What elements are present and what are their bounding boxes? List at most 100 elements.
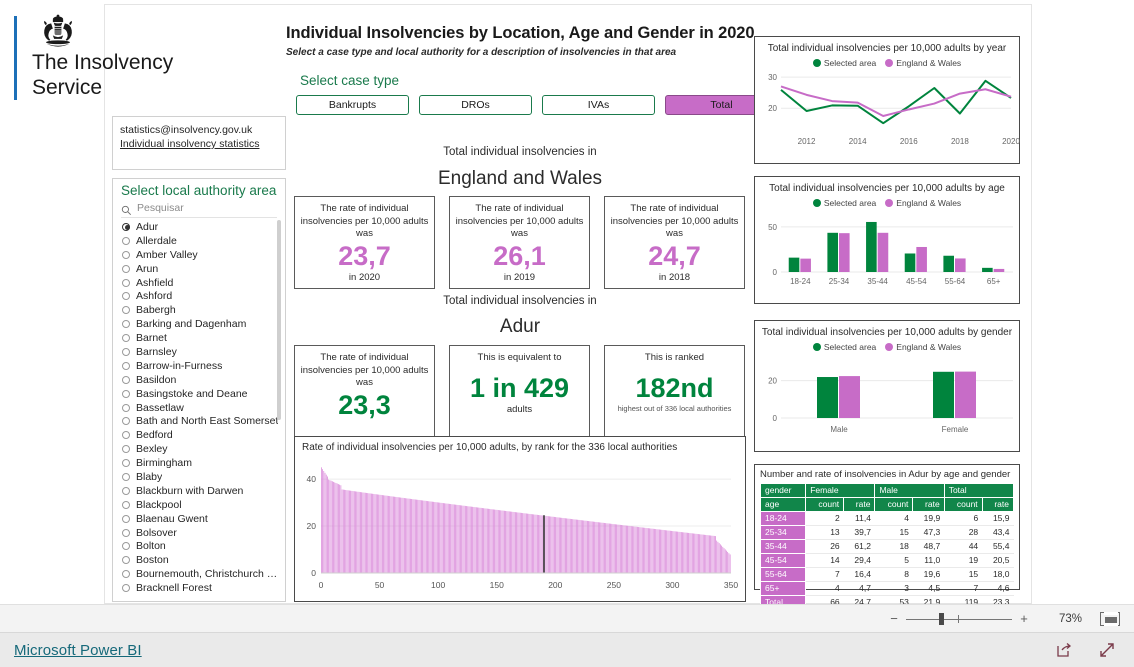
table-cell: 18,0	[982, 567, 1014, 582]
list-item[interactable]: Blaenau Gwent	[119, 512, 283, 526]
local-authority-list[interactable]: Adur Allerdale Amber Valley Arun Ashfield Ash…	[119, 220, 283, 600]
list-item[interactable]: Bolsover	[119, 526, 283, 540]
case-type-button-bankrupts[interactable]: Bankrupts	[296, 95, 409, 115]
list-item[interactable]: Bexley	[119, 442, 283, 456]
age-chart-panel[interactable]: Total individual insolvencies per 10,000…	[754, 176, 1020, 304]
local-authority-scrollbar[interactable]	[277, 220, 281, 420]
radio-button[interactable]	[122, 236, 130, 245]
microsoft-power-bi-link[interactable]: Microsoft Power BI	[14, 642, 142, 659]
list-item[interactable]: Blackpool	[119, 498, 283, 512]
table-cell: 16,4	[843, 567, 875, 582]
list-item[interactable]: Arun	[119, 262, 283, 276]
list-item[interactable]: Bath and North East Somerset	[119, 414, 283, 428]
radio-button[interactable]	[122, 417, 130, 426]
case-type-button-ivas[interactable]: IVAs	[542, 95, 655, 115]
svg-text:2020: 2020	[1002, 137, 1020, 146]
radio-button[interactable]	[122, 486, 130, 495]
local-heading: Total individual insolvencies in	[443, 295, 597, 307]
radio-button[interactable]	[122, 320, 130, 329]
list-item-label: Birmingham	[136, 457, 193, 470]
table-row: 65+ 4 4,7 3 4,5 7 4,6	[759, 581, 1014, 596]
radio-button[interactable]	[122, 334, 130, 343]
list-item[interactable]: Allerdale	[119, 234, 283, 248]
case-type-button-dros[interactable]: DROs	[419, 95, 532, 115]
svg-text:2018: 2018	[951, 137, 969, 146]
radio-button[interactable]	[122, 389, 130, 398]
legend-selected-area: Selected area	[812, 342, 876, 352]
list-item-label: Barnsley	[136, 345, 177, 358]
radio-button[interactable]	[122, 542, 130, 551]
radio-button[interactable]	[122, 528, 130, 537]
zoom-slider[interactable]	[906, 612, 1012, 626]
svg-text:Female: Female	[942, 425, 969, 434]
radio-button[interactable]	[122, 584, 130, 593]
list-item[interactable]: Bolton	[119, 539, 283, 553]
radio-button[interactable]	[122, 292, 130, 301]
radio-button[interactable]	[122, 570, 130, 579]
zoom-in-button[interactable]: +	[1016, 611, 1032, 626]
list-item-label: Basingstoke and Deane	[136, 387, 248, 400]
list-item[interactable]: Barnet	[119, 331, 283, 345]
kpi-caption: The rate of individual insolvencies per …	[300, 352, 429, 388]
local-authority-search[interactable]: Pesquisar	[121, 202, 277, 218]
list-item[interactable]: Ashford	[119, 289, 283, 303]
list-item[interactable]: Boston	[119, 553, 283, 567]
radio-button[interactable]	[122, 222, 130, 231]
gender-chart-panel[interactable]: Total individual insolvencies per 10,000…	[754, 320, 1020, 452]
list-item[interactable]: Amber Valley	[119, 248, 283, 262]
list-item[interactable]: Birmingham	[119, 456, 283, 470]
radio-button[interactable]	[122, 431, 130, 440]
year-chart-panel[interactable]: Total individual insolvencies per 10,000…	[754, 36, 1020, 164]
radio-button[interactable]	[122, 556, 130, 565]
radio-button[interactable]	[122, 500, 130, 509]
list-item[interactable]: Basingstoke and Deane	[119, 387, 283, 401]
svg-text:0: 0	[311, 568, 316, 578]
list-item[interactable]: Adur	[119, 220, 283, 234]
radio-button[interactable]	[122, 361, 130, 370]
radio-button[interactable]	[122, 472, 130, 481]
list-item[interactable]: Barking and Dagenham	[119, 317, 283, 331]
radio-button[interactable]	[122, 514, 130, 523]
list-item[interactable]: Bracknell Forest	[119, 581, 283, 595]
contact-email: statistics@insolvency.gov.uk	[120, 124, 253, 136]
zoom-slider-thumb[interactable]	[939, 612, 944, 625]
list-item[interactable]: Barrow-in-Furness	[119, 359, 283, 373]
radio-button[interactable]	[122, 347, 130, 356]
radio-button[interactable]	[122, 278, 130, 287]
list-item[interactable]: Babergh	[119, 303, 283, 317]
table-row-label: 35-44	[759, 539, 807, 554]
age-gender-table-panel[interactable]: Number and rate of insolvencies in Adur …	[754, 464, 1020, 610]
radio-button[interactable]	[122, 264, 130, 273]
zoom-out-button[interactable]: −	[886, 611, 902, 626]
radio-button[interactable]	[122, 403, 130, 412]
legend-dot-green-icon	[812, 343, 821, 351]
list-item[interactable]: Blackburn with Darwen	[119, 484, 283, 498]
fullscreen-icon[interactable]	[1098, 641, 1116, 659]
list-item[interactable]: Bassetlaw	[119, 401, 283, 415]
svg-text:0: 0	[773, 414, 778, 423]
search-placeholder: Pesquisar	[137, 202, 184, 214]
list-item[interactable]: Basildon	[119, 373, 283, 387]
list-item[interactable]: Blaby	[119, 470, 283, 484]
radio-button[interactable]	[122, 375, 130, 384]
individual-insolvency-statistics-link[interactable]: Individual insolvency statistics	[120, 137, 278, 151]
case-type-button-group[interactable]: Bankrupts DROs IVAs Total	[296, 95, 778, 115]
radio-button[interactable]	[122, 306, 130, 315]
rank-chart-panel[interactable]: Rate of individual insolvencies per 10,0…	[294, 436, 746, 602]
list-item[interactable]: Barnsley	[119, 345, 283, 359]
fit-to-page-icon[interactable]	[1100, 611, 1120, 626]
radio-button[interactable]	[122, 459, 130, 468]
year-chart-title: Total individual insolvencies per 10,000…	[767, 43, 1007, 54]
list-item[interactable]: Bournemouth, Christchurch a…	[119, 567, 283, 581]
kpi-value: 182nd	[635, 372, 714, 403]
kpi-footer: in 2020	[348, 271, 381, 283]
radio-button[interactable]	[122, 250, 130, 259]
list-item[interactable]: Bedford	[119, 428, 283, 442]
radio-button[interactable]	[122, 445, 130, 454]
contact-box: statistics@insolvency.gov.uk Individual …	[112, 116, 286, 170]
list-item[interactable]: Ashfield	[119, 276, 283, 290]
year-chart-legend: Selected area England & Wales	[755, 58, 1019, 68]
zoom-control[interactable]: − +	[886, 611, 1032, 626]
local-authority-slicer[interactable]: Select local authority area Pesquisar Ad…	[112, 178, 286, 602]
share-icon[interactable]	[1054, 641, 1072, 659]
